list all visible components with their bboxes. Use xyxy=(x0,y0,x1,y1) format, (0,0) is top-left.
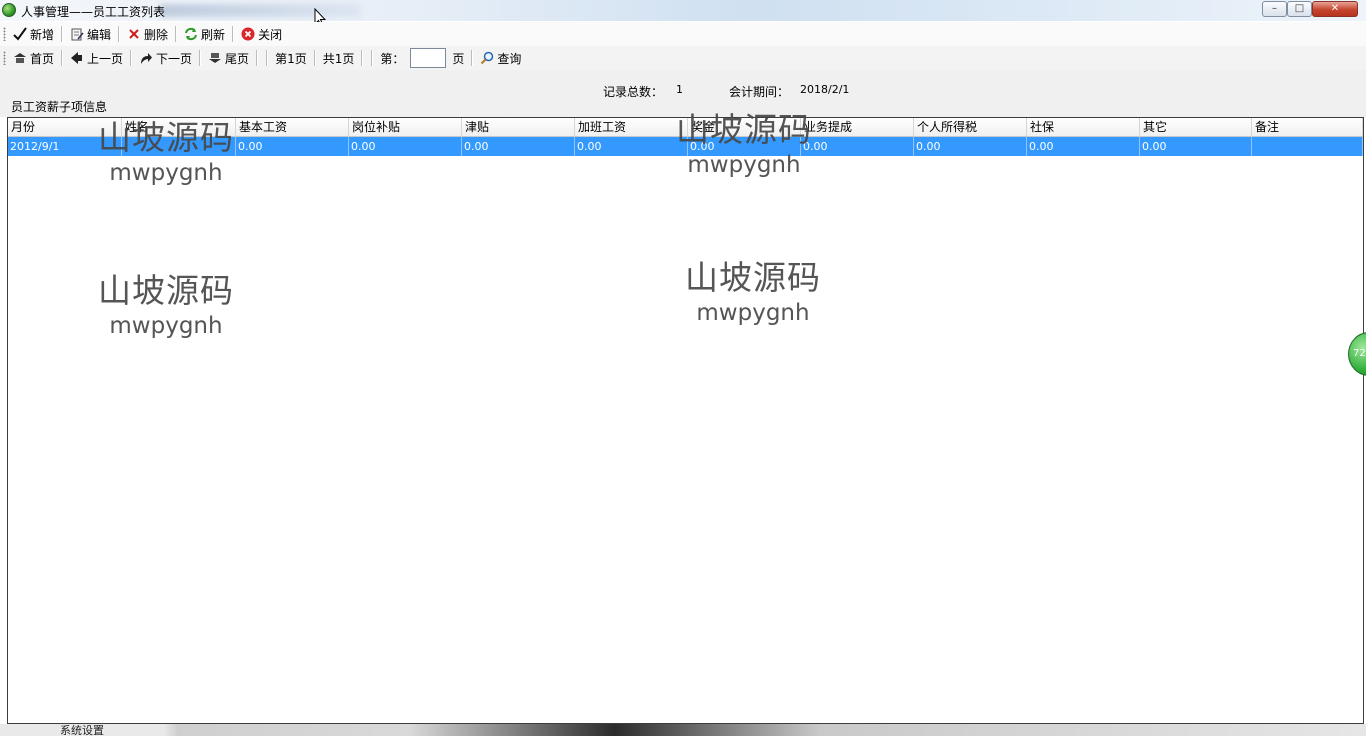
refresh-button-label: 刷新 xyxy=(201,27,226,42)
prev-page-button[interactable]: 上一页 xyxy=(67,50,126,67)
toolbar-separator xyxy=(232,26,235,42)
cell-position-allowance[interactable]: 0.00 xyxy=(349,137,462,156)
last-page-label: 尾页 xyxy=(225,51,250,66)
title-bar[interactable]: 人事管理——员工工资列表 – □ ✕ xyxy=(0,0,1366,27)
toolbar-separator xyxy=(361,50,364,66)
record-count-value: 1 xyxy=(676,83,683,96)
toolbar-separator xyxy=(471,50,474,66)
search-button-label: 查询 xyxy=(497,51,522,66)
column-header-overtime-pay[interactable]: 加班工资 xyxy=(575,118,688,136)
toolbar-separator xyxy=(256,50,259,66)
close-button-label: 关闭 xyxy=(258,27,283,42)
column-header-name[interactable]: 姓名 xyxy=(122,118,236,136)
goto-page-input[interactable] xyxy=(410,48,447,68)
column-header-remark[interactable]: 备注 xyxy=(1252,118,1363,136)
window-title: 人事管理——员工工资列表 xyxy=(21,5,166,19)
toolbar-grip[interactable] xyxy=(3,51,6,65)
magnifier-icon xyxy=(480,51,494,65)
column-header-social-insurance[interactable]: 社保 xyxy=(1027,118,1140,136)
search-button[interactable]: 查询 xyxy=(477,50,524,67)
column-header-base-salary[interactable]: 基本工资 xyxy=(236,118,349,136)
add-button-label: 新增 xyxy=(30,27,55,42)
first-page-icon xyxy=(13,51,27,65)
red-x-icon xyxy=(127,27,141,41)
toolbar-separator xyxy=(61,50,64,66)
toolbar-separator xyxy=(313,50,316,66)
toolbar-separator xyxy=(199,50,202,66)
refresh-button[interactable]: 刷新 xyxy=(181,26,228,43)
section-title: 员工资薪子项信息 xyxy=(11,100,108,114)
column-header-subsidy[interactable]: 津贴 xyxy=(462,118,575,136)
next-page-label: 下一页 xyxy=(156,51,193,66)
cell-bonus[interactable]: 0.00 xyxy=(688,137,801,156)
total-pages-text: 共1页 xyxy=(322,51,355,66)
last-page-icon xyxy=(208,51,222,65)
next-page-button[interactable]: 下一页 xyxy=(136,50,195,67)
pagination-toolbar: 首页 上一页 下一页 尾页 第1页 共1页 第： 页 查询 xyxy=(0,46,1366,70)
cell-month[interactable]: 2012/9/1 xyxy=(8,137,122,156)
first-page-button[interactable]: 首页 xyxy=(10,50,57,67)
maximize-button[interactable]: □ xyxy=(1287,1,1312,17)
column-header-bonus[interactable]: 奖金 xyxy=(688,118,801,136)
column-header-position-allowance[interactable]: 岗位补贴 xyxy=(349,118,462,136)
close-button[interactable]: 关闭 xyxy=(238,26,285,43)
cell-name[interactable] xyxy=(122,137,236,156)
current-page-text: 第1页 xyxy=(275,51,307,66)
column-header-income-tax[interactable]: 个人所得税 xyxy=(914,118,1027,136)
last-page-button[interactable]: 尾页 xyxy=(205,50,252,67)
first-page-label: 首页 xyxy=(30,51,55,66)
salary-table[interactable]: 月份 姓名 基本工资 岗位补贴 津贴 加班工资 奖金 业务提成 个人所得税 社保… xyxy=(7,117,1364,724)
title-bar-blur xyxy=(160,4,360,17)
cell-subsidy[interactable]: 0.00 xyxy=(462,137,575,156)
checkmark-icon xyxy=(13,27,27,41)
taskbar: 系统设置 xyxy=(0,724,1366,736)
cell-commission[interactable]: 0.00 xyxy=(801,137,914,156)
close-window-button[interactable]: ✕ xyxy=(1312,1,1358,17)
edit-button-label: 编辑 xyxy=(87,27,112,42)
column-header-commission[interactable]: 业务提成 xyxy=(801,118,914,136)
info-panel: 记录总数： 1 会计期间： 2018/2/1 员工资薪子项信息 xyxy=(0,70,1366,117)
delete-button-label: 删除 xyxy=(144,27,169,42)
cell-other[interactable]: 0.00 xyxy=(1140,137,1252,156)
notepad-icon xyxy=(70,27,84,41)
column-header-other[interactable]: 其它 xyxy=(1140,118,1252,136)
toolbar-grip[interactable] xyxy=(3,27,6,41)
record-count-label: 记录总数： xyxy=(603,85,664,99)
toolbar-separator xyxy=(118,26,121,42)
toolbar-separator xyxy=(61,26,64,42)
delete-button[interactable]: 删除 xyxy=(124,26,171,43)
red-circle-x-icon xyxy=(241,27,255,41)
goto-page-suffix: 页 xyxy=(452,51,465,66)
toolbar-separator xyxy=(266,50,269,66)
taskbar-item-system-settings[interactable]: 系统设置 xyxy=(60,725,104,736)
minimize-button[interactable]: – xyxy=(1262,1,1287,17)
cell-income-tax[interactable]: 0.00 xyxy=(914,137,1027,156)
table-row[interactable]: 2012/9/1 0.00 0.00 0.00 0.00 0.00 0.00 0… xyxy=(8,137,1363,156)
edit-button[interactable]: 编辑 xyxy=(67,26,114,43)
toolbar-separator xyxy=(130,50,133,66)
accounting-period-value: 2018/2/1 xyxy=(800,83,850,96)
cell-social-insurance[interactable]: 0.00 xyxy=(1027,137,1140,156)
toolbar-separator xyxy=(175,26,178,42)
next-arrow-icon xyxy=(139,51,153,65)
column-header-month[interactable]: 月份 xyxy=(8,118,122,136)
accounting-period-label: 会计期间： xyxy=(729,85,790,99)
toolbar-separator xyxy=(371,50,374,66)
cell-base-salary[interactable]: 0.00 xyxy=(236,137,349,156)
app-icon xyxy=(2,3,16,17)
prev-page-label: 上一页 xyxy=(87,51,124,66)
prev-arrow-icon xyxy=(70,51,84,65)
main-toolbar: 新增 编辑 删除 刷新 关闭 xyxy=(0,22,1366,46)
green-refresh-icon xyxy=(184,27,198,41)
table-header: 月份 姓名 基本工资 岗位补贴 津贴 加班工资 奖金 业务提成 个人所得税 社保… xyxy=(8,118,1363,137)
cell-remark[interactable] xyxy=(1252,137,1363,156)
cell-overtime-pay[interactable]: 0.00 xyxy=(575,137,688,156)
add-button[interactable]: 新增 xyxy=(10,26,57,43)
goto-page-label: 第： xyxy=(380,51,405,66)
